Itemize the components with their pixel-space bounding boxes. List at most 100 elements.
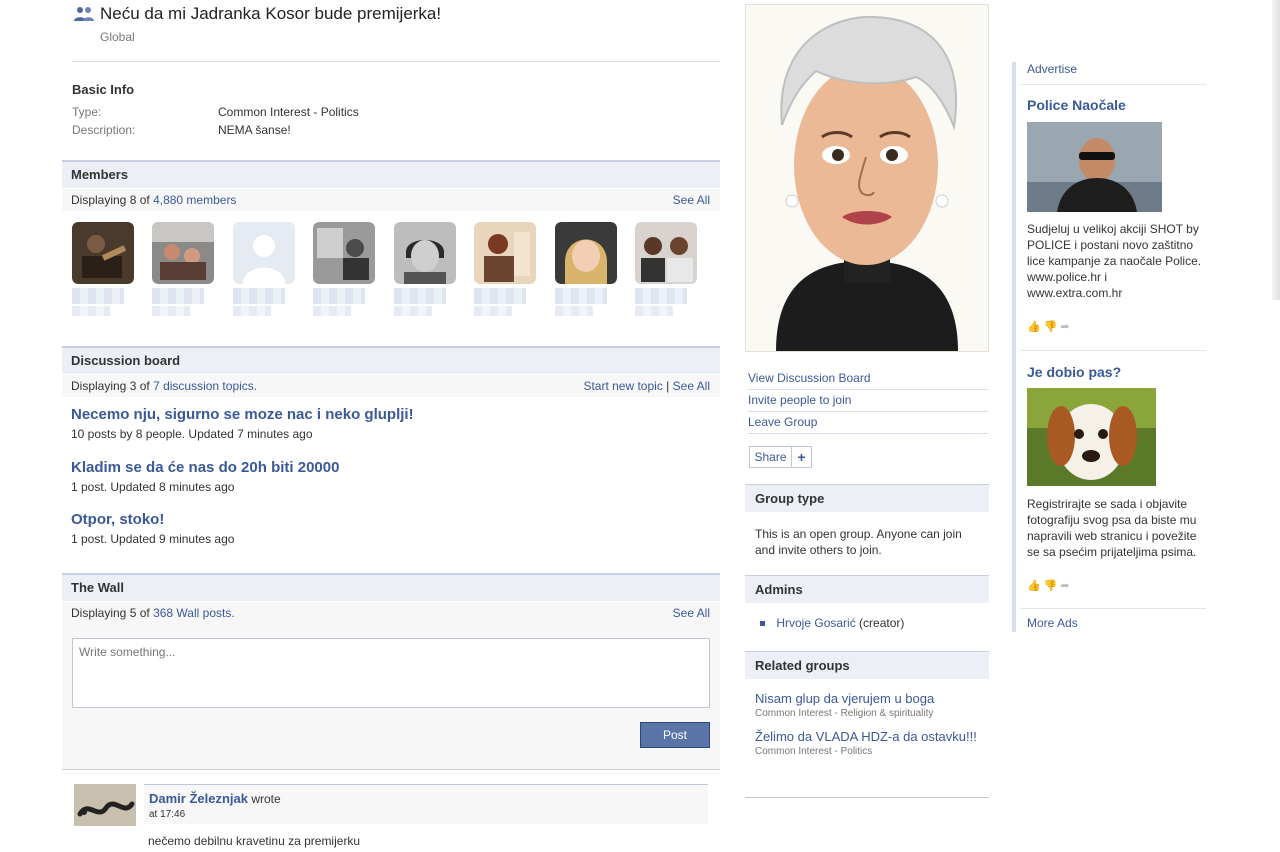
- thumbs-up-icon[interactable]: 👍: [1027, 580, 1044, 592]
- plus-icon: +: [797, 449, 806, 465]
- thumbs-down-icon[interactable]: 👎: [1044, 580, 1061, 592]
- page-title: Neću da mi Jadranka Kosor bude premijerk…: [100, 4, 442, 23]
- admins-heading: Admins: [745, 575, 989, 603]
- member-name-blurred: [233, 306, 271, 316]
- ad-actions: 👍👎➦: [1027, 579, 1073, 592]
- discussion-heading: Discussion board: [62, 346, 720, 374]
- wall-author-avatar[interactable]: [74, 784, 136, 826]
- member-item[interactable]: [152, 222, 214, 316]
- wall-post-time: at 17:46: [149, 809, 186, 820]
- start-new-topic-link[interactable]: Start new topic: [583, 379, 662, 393]
- admin-name-link[interactable]: Hrvoje Gosarić: [776, 616, 855, 630]
- more-ads-link[interactable]: More Ads: [1027, 616, 1078, 630]
- member-item[interactable]: [474, 222, 536, 316]
- type-value-link[interactable]: Common Interest - Politics: [218, 103, 359, 121]
- member-name-blurred: [313, 288, 365, 304]
- member-photo[interactable]: [313, 222, 375, 284]
- ad-actions: 👍👎➦: [1027, 320, 1073, 333]
- member-name-blurred: [233, 288, 285, 304]
- type-label: Type:: [72, 105, 102, 119]
- wall-post-text: nečemo debilnu kravetinu za premijerku: [148, 834, 361, 848]
- member-name-blurred: [635, 288, 687, 304]
- member-photo[interactable]: [152, 222, 214, 284]
- ad-title-link[interactable]: Police Naočale: [1027, 97, 1126, 113]
- member-item[interactable]: [233, 222, 295, 316]
- discussion-actions: Start new topic | See All: [583, 375, 710, 397]
- discussion-topic: Otpor, stoko! 1 post. Updated 9 minutes …: [71, 511, 711, 546]
- ad-text: Sudjeluj u velikoj akciji SHOT by POLICE…: [1027, 222, 1202, 300]
- basic-info: Basic Info Type: Common Interest - Polit…: [72, 82, 712, 139]
- group-type-text: This is an open group. Anyone can join a…: [755, 527, 962, 557]
- ad-image[interactable]: [1027, 122, 1162, 212]
- member-photo[interactable]: [555, 222, 617, 284]
- member-item[interactable]: [555, 222, 617, 316]
- member-photo[interactable]: [474, 222, 536, 284]
- group-header: Neću da mi Jadranka Kosor bude premijerk…: [72, 4, 720, 62]
- related-group-link[interactable]: Nisam glup da vjerujem u boga: [755, 691, 985, 706]
- default-avatar-icon[interactable]: [233, 222, 295, 284]
- wall-post-input[interactable]: [72, 638, 710, 708]
- wall-author-link[interactable]: Damir Železnjak: [149, 791, 248, 806]
- topic-title-link[interactable]: Otpor, stoko!: [71, 511, 711, 528]
- member-name-blurred: [394, 306, 432, 316]
- member-name-blurred: [72, 306, 110, 316]
- advertise-link[interactable]: Advertise: [1027, 62, 1077, 76]
- thumbs-up-icon[interactable]: 👍: [1027, 321, 1044, 333]
- divider: [1020, 608, 1206, 609]
- group-type-heading: Group type: [745, 484, 989, 512]
- share-arrow-icon[interactable]: ➦: [1060, 321, 1072, 333]
- members-count-link[interactable]: 4,880 members: [153, 193, 236, 207]
- ad-image[interactable]: [1027, 388, 1156, 486]
- related-groups-heading: Related groups: [745, 651, 989, 679]
- share-button[interactable]: Share +: [749, 446, 812, 468]
- discussion-count-link[interactable]: 7 discussion topics.: [153, 379, 257, 393]
- topic-title-link[interactable]: Kladim se da će nas do 20h biti 20000: [71, 459, 711, 476]
- member-name-blurred: [635, 306, 673, 316]
- wall-count-link[interactable]: 368 Wall posts.: [153, 606, 235, 620]
- share-label: Share: [750, 447, 792, 467]
- post-button[interactable]: Post: [640, 722, 710, 748]
- leave-group-link[interactable]: Leave Group: [748, 412, 988, 434]
- member-photo[interactable]: [394, 222, 456, 284]
- share-arrow-icon[interactable]: ➦: [1060, 580, 1072, 592]
- divider: [745, 797, 989, 798]
- member-item[interactable]: [394, 222, 456, 316]
- member-name-blurred: [474, 288, 526, 304]
- discussion-topic: Necemo nju, sigurno se moze nac i neko g…: [71, 406, 711, 441]
- member-name-blurred: [474, 306, 512, 316]
- member-list: [72, 222, 712, 318]
- group-picture: [745, 4, 989, 352]
- ad-title-link[interactable]: Je dobio pas?: [1027, 364, 1121, 380]
- scrollbar[interactable]: [1272, 0, 1280, 300]
- member-name-blurred: [152, 306, 190, 316]
- related-group-link[interactable]: Želimo da VLADA HDZ-a da ostavku!!!: [755, 729, 985, 744]
- member-name-blurred: [555, 288, 607, 304]
- member-item[interactable]: [313, 222, 375, 316]
- group-icon: [74, 7, 94, 21]
- member-item[interactable]: [72, 222, 134, 316]
- wall-display-text: Displaying 5 of: [71, 606, 150, 620]
- wall-wrote-text: wrote: [251, 792, 281, 806]
- member-name-blurred: [72, 288, 124, 304]
- member-name-blurred: [555, 306, 593, 316]
- ads-border: [1012, 62, 1016, 632]
- topic-title-link[interactable]: Necemo nju, sigurno se moze nac i neko g…: [71, 406, 711, 423]
- invite-people-link[interactable]: Invite people to join: [748, 390, 988, 412]
- ad-text: Registrirajte se sada i objavite fotogra…: [1027, 497, 1197, 559]
- members-display-text: Displaying 8 of: [71, 193, 150, 207]
- wall-see-all-link[interactable]: See All: [673, 602, 710, 624]
- thumbs-down-icon[interactable]: 👎: [1044, 321, 1061, 333]
- view-discussion-board-link[interactable]: View Discussion Board: [748, 368, 988, 390]
- admin-item: Hrvoje Gosarić (creator): [760, 616, 904, 630]
- member-photo[interactable]: [72, 222, 134, 284]
- related-group-item: Želimo da VLADA HDZ-a da ostavku!!! Comm…: [755, 729, 985, 757]
- related-group-category: Common Interest - Politics: [755, 746, 873, 757]
- members-see-all-link[interactable]: See All: [673, 189, 710, 211]
- member-item[interactable]: [635, 222, 697, 316]
- topic-meta: 1 post. Updated 8 minutes ago: [71, 480, 235, 494]
- member-name-blurred: [313, 306, 351, 316]
- discussion-see-all-link[interactable]: See All: [673, 379, 710, 393]
- member-photo[interactable]: [635, 222, 697, 284]
- members-heading: Members: [62, 160, 720, 188]
- caricature-image: [746, 5, 988, 351]
